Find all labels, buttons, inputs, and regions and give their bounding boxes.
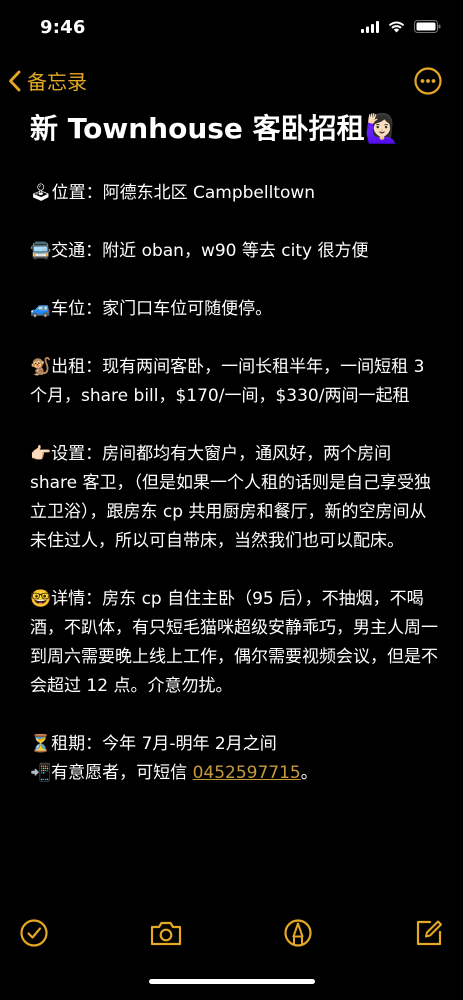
camera-icon[interactable] [148, 916, 184, 950]
note-lease-period: ⏳租期：今年 7月-明年 2月之间 [30, 733, 277, 754]
note-location: 🕹位置：阿德东北区 Campbelltown [30, 182, 316, 203]
note-body[interactable]: 新 Townhouse 客卧招租🙋🏻‍♀️ 🕹位置：阿德东北区 Campbell… [30, 112, 440, 788]
note-title: 新 Townhouse 客卧招租🙋🏻‍♀️ [30, 112, 400, 145]
checklist-icon[interactable] [17, 916, 51, 950]
back-label: 备忘录 [27, 70, 87, 94]
status-icons [361, 20, 441, 33]
note-rent: 🐒出租：现有两间客卧，一间长租半年，一间短租 3 个月，share bill，$… [30, 356, 425, 406]
note-transport: 🚍交通：附近 oban，w90 等去 city 很方便 [30, 240, 369, 261]
note-contact-prefix: 📲有意愿者，可短信 [30, 762, 193, 783]
note-setup: 👉🏻设置：房间都均有大窗户，通风好，两个房间 share 客卫，（但是如果一个人… [30, 443, 432, 551]
note-contact: 📲有意愿者，可短信 0452597715。 [30, 759, 440, 788]
back-button[interactable]: 备忘录 [8, 66, 87, 95]
status-bar: 9:46 [0, 0, 463, 56]
signal-icon [361, 20, 379, 33]
bottom-toolbar [0, 916, 463, 956]
compose-icon[interactable] [412, 916, 446, 950]
note-parking: 🚙车位：家门口车位可随便停。 [30, 298, 273, 319]
nav-bar: 备忘录 [0, 62, 463, 102]
note-contact-suffix: 。 [300, 762, 318, 783]
status-time: 9:46 [40, 17, 86, 38]
chevron-left-icon [9, 70, 21, 91]
note-details: 🤓详情：房东 cp 自住主卧（95 后），不抽烟，不喝酒，不趴体，有只短毛猫咪超… [30, 588, 438, 696]
phone-link[interactable]: 0452597715 [193, 763, 301, 783]
markup-icon[interactable] [281, 916, 315, 950]
battery-icon [414, 20, 441, 33]
home-indicator[interactable] [149, 979, 315, 984]
more-icon[interactable] [413, 66, 443, 96]
wifi-icon [388, 21, 405, 32]
